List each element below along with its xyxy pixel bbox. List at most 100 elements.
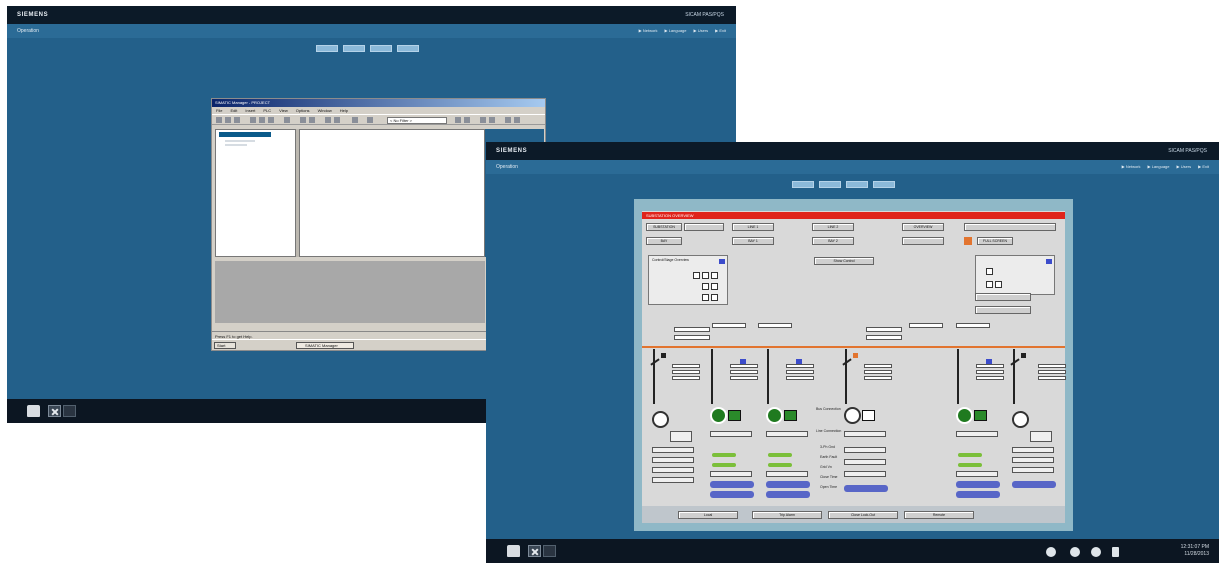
- bay2-button[interactable]: BAY 2: [812, 237, 854, 245]
- grid-cell[interactable]: [702, 283, 709, 290]
- users-link[interactable]: ▶ Users: [694, 28, 709, 33]
- check-cell[interactable]: [995, 281, 1002, 288]
- open-icon[interactable]: [225, 117, 231, 123]
- grid-cell[interactable]: [711, 272, 718, 279]
- alarm-indicator[interactable]: [964, 237, 972, 245]
- bay1-button[interactable]: BAY 1: [732, 237, 774, 245]
- command-button[interactable]: [766, 491, 810, 498]
- tree-item[interactable]: [225, 140, 255, 142]
- exit-link[interactable]: ▶ Exit: [1198, 164, 1209, 169]
- disconnector-symbol[interactable]: [842, 358, 852, 366]
- offline-icon[interactable]: [309, 117, 315, 123]
- breaker-closed-icon[interactable]: [956, 407, 973, 424]
- menu-window[interactable]: Window: [318, 107, 332, 114]
- task-button[interactable]: SIMATIC Manager: [296, 342, 354, 349]
- tree-icon[interactable]: [352, 117, 358, 123]
- trip-alarm-button[interactable]: Trip Alarm: [752, 511, 822, 519]
- window-icon[interactable]: [63, 405, 76, 417]
- nav-tab-1[interactable]: [316, 45, 338, 52]
- info-tag[interactable]: [719, 259, 725, 264]
- line2-button[interactable]: LINE 2: [812, 223, 854, 231]
- bay-button[interactable]: BAY: [646, 237, 682, 245]
- details-icon[interactable]: [334, 117, 340, 123]
- user-icon[interactable]: [1046, 547, 1056, 557]
- command-button[interactable]: [956, 491, 1000, 498]
- command-button[interactable]: [844, 485, 888, 492]
- menu-view[interactable]: View: [279, 107, 288, 114]
- online-icon[interactable]: [300, 117, 306, 123]
- command-button[interactable]: [710, 491, 754, 498]
- save-icon[interactable]: [234, 117, 240, 123]
- command-button[interactable]: [710, 481, 754, 488]
- network-link[interactable]: ▶ Network: [1122, 164, 1141, 169]
- network-link[interactable]: ▶ Network: [639, 28, 658, 33]
- tree-item[interactable]: [225, 144, 247, 146]
- disconnector-symbol[interactable]: [1010, 358, 1020, 366]
- network-icon[interactable]: [1070, 547, 1080, 557]
- breaker-closed-icon[interactable]: [710, 407, 727, 424]
- network-icon[interactable]: [464, 117, 470, 123]
- grid-cell[interactable]: [711, 294, 718, 301]
- nav-tab-4[interactable]: [397, 45, 419, 52]
- copy-icon[interactable]: [259, 117, 265, 123]
- language-link[interactable]: ▶ Language: [1148, 164, 1170, 169]
- language-link[interactable]: ▶ Language: [665, 28, 687, 33]
- filter-select[interactable]: < No Filter >: [387, 117, 447, 124]
- paste-icon[interactable]: [268, 117, 274, 123]
- nav-tab-3[interactable]: [846, 181, 868, 188]
- full-screen-button[interactable]: FULL SCREEN: [977, 237, 1013, 245]
- filter-icon[interactable]: [367, 117, 373, 123]
- disconnector-symbol[interactable]: [650, 358, 660, 366]
- tree-item-selected[interactable]: [219, 132, 271, 137]
- info-tag[interactable]: [1046, 259, 1052, 264]
- users-link[interactable]: ▶ Users: [1177, 164, 1192, 169]
- bay3-button[interactable]: [902, 237, 944, 245]
- config-icon[interactable]: [480, 117, 486, 123]
- overview-button[interactable]: OVERVIEW: [902, 223, 944, 231]
- menu-help[interactable]: Help: [340, 107, 348, 114]
- acknowledge-button[interactable]: [975, 306, 1031, 314]
- substation-button[interactable]: SUBSTATION: [646, 223, 682, 231]
- nav-tab-2[interactable]: [819, 181, 841, 188]
- nav-tab-4[interactable]: [873, 181, 895, 188]
- list-icon[interactable]: [325, 117, 331, 123]
- nav-tab-2[interactable]: [343, 45, 365, 52]
- command-button[interactable]: [1012, 481, 1056, 488]
- new-icon[interactable]: [216, 117, 222, 123]
- tools-icon[interactable]: [528, 545, 541, 557]
- nav-tab-3[interactable]: [370, 45, 392, 52]
- tools-icon[interactable]: [48, 405, 61, 417]
- object-pane[interactable]: [299, 129, 485, 257]
- simulate-icon[interactable]: [455, 117, 461, 123]
- help-icon[interactable]: [505, 117, 511, 123]
- globe-icon[interactable]: [1091, 547, 1101, 557]
- whatsthis-icon[interactable]: [514, 117, 520, 123]
- exit-link[interactable]: ▶ Exit: [715, 28, 726, 33]
- grid-cell[interactable]: [702, 294, 709, 301]
- breaker-open-icon[interactable]: [844, 407, 861, 424]
- folder-icon[interactable]: [507, 545, 520, 557]
- check-cell[interactable]: [986, 281, 993, 288]
- bay-select-button[interactable]: [684, 223, 724, 231]
- grid-cell[interactable]: [711, 283, 718, 290]
- grid-cell[interactable]: [702, 272, 709, 279]
- folder-icon[interactable]: [27, 405, 40, 417]
- close-lockout-button[interactable]: Close Lock-Out: [828, 511, 898, 519]
- menu-options[interactable]: Options: [296, 107, 310, 114]
- cut-icon[interactable]: [250, 117, 256, 123]
- download-icon[interactable]: [284, 117, 290, 123]
- remote-button[interactable]: Remote: [904, 511, 974, 519]
- local-button[interactable]: Local: [678, 511, 738, 519]
- reset-button[interactable]: [975, 293, 1031, 301]
- menu-edit[interactable]: Edit: [230, 107, 237, 114]
- line1-button[interactable]: LINE 1: [732, 223, 774, 231]
- menu-plc[interactable]: PLC: [263, 107, 271, 114]
- command-button[interactable]: [956, 481, 1000, 488]
- project-tree[interactable]: [215, 129, 296, 257]
- check-cell[interactable]: [986, 268, 993, 275]
- menu-insert[interactable]: Insert: [245, 107, 255, 114]
- nav-tab-1[interactable]: [792, 181, 814, 188]
- breaker-open-icon[interactable]: [652, 411, 669, 428]
- command-button[interactable]: [766, 481, 810, 488]
- start-button[interactable]: Start: [214, 342, 236, 349]
